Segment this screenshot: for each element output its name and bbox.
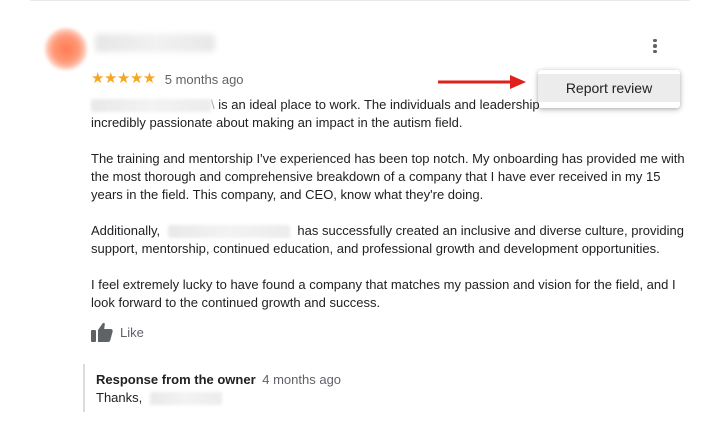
owner-response-date: 4 months ago xyxy=(262,372,342,387)
like-label: Like xyxy=(120,324,144,340)
review-paragraph-2: The training and mentorship I've experie… xyxy=(91,151,685,202)
star-rating: ★★★★★ xyxy=(91,70,156,87)
owner-response-text: Thanks, xyxy=(96,390,643,406)
more-vert-icon[interactable] xyxy=(645,36,665,56)
arrow-right-icon xyxy=(438,75,526,89)
review-paragraph-4: I feel extremely lucky to have found a c… xyxy=(91,277,676,310)
redacted-owner-name xyxy=(149,392,222,406)
like-button[interactable]: Like xyxy=(91,322,144,342)
owner-response: Response from the owner 4 months ago Tha… xyxy=(83,364,643,412)
redacted-company-name xyxy=(91,99,211,113)
reviewer-name-redacted[interactable] xyxy=(95,34,215,52)
review-paragraph-3: Additionally, has successfully created a… xyxy=(91,223,684,256)
owner-response-header: Response from the owner 4 months ago xyxy=(96,372,643,388)
owner-response-title: Response from the owner xyxy=(96,372,256,387)
review-meta: ★★★★★ 5 months ago xyxy=(91,71,244,87)
avatar[interactable] xyxy=(45,28,87,70)
thumbs-up-icon xyxy=(91,322,113,342)
review-card: ★★★★★ 5 months ago Report review \ is an… xyxy=(0,0,706,432)
redacted-company-name xyxy=(167,225,290,239)
divider xyxy=(30,0,690,1)
review-date: 5 months ago xyxy=(164,71,244,87)
review-paragraph-1: \ is an ideal place to work. The individ… xyxy=(91,97,540,130)
review-text: \ is an ideal place to work. The individ… xyxy=(91,96,691,330)
